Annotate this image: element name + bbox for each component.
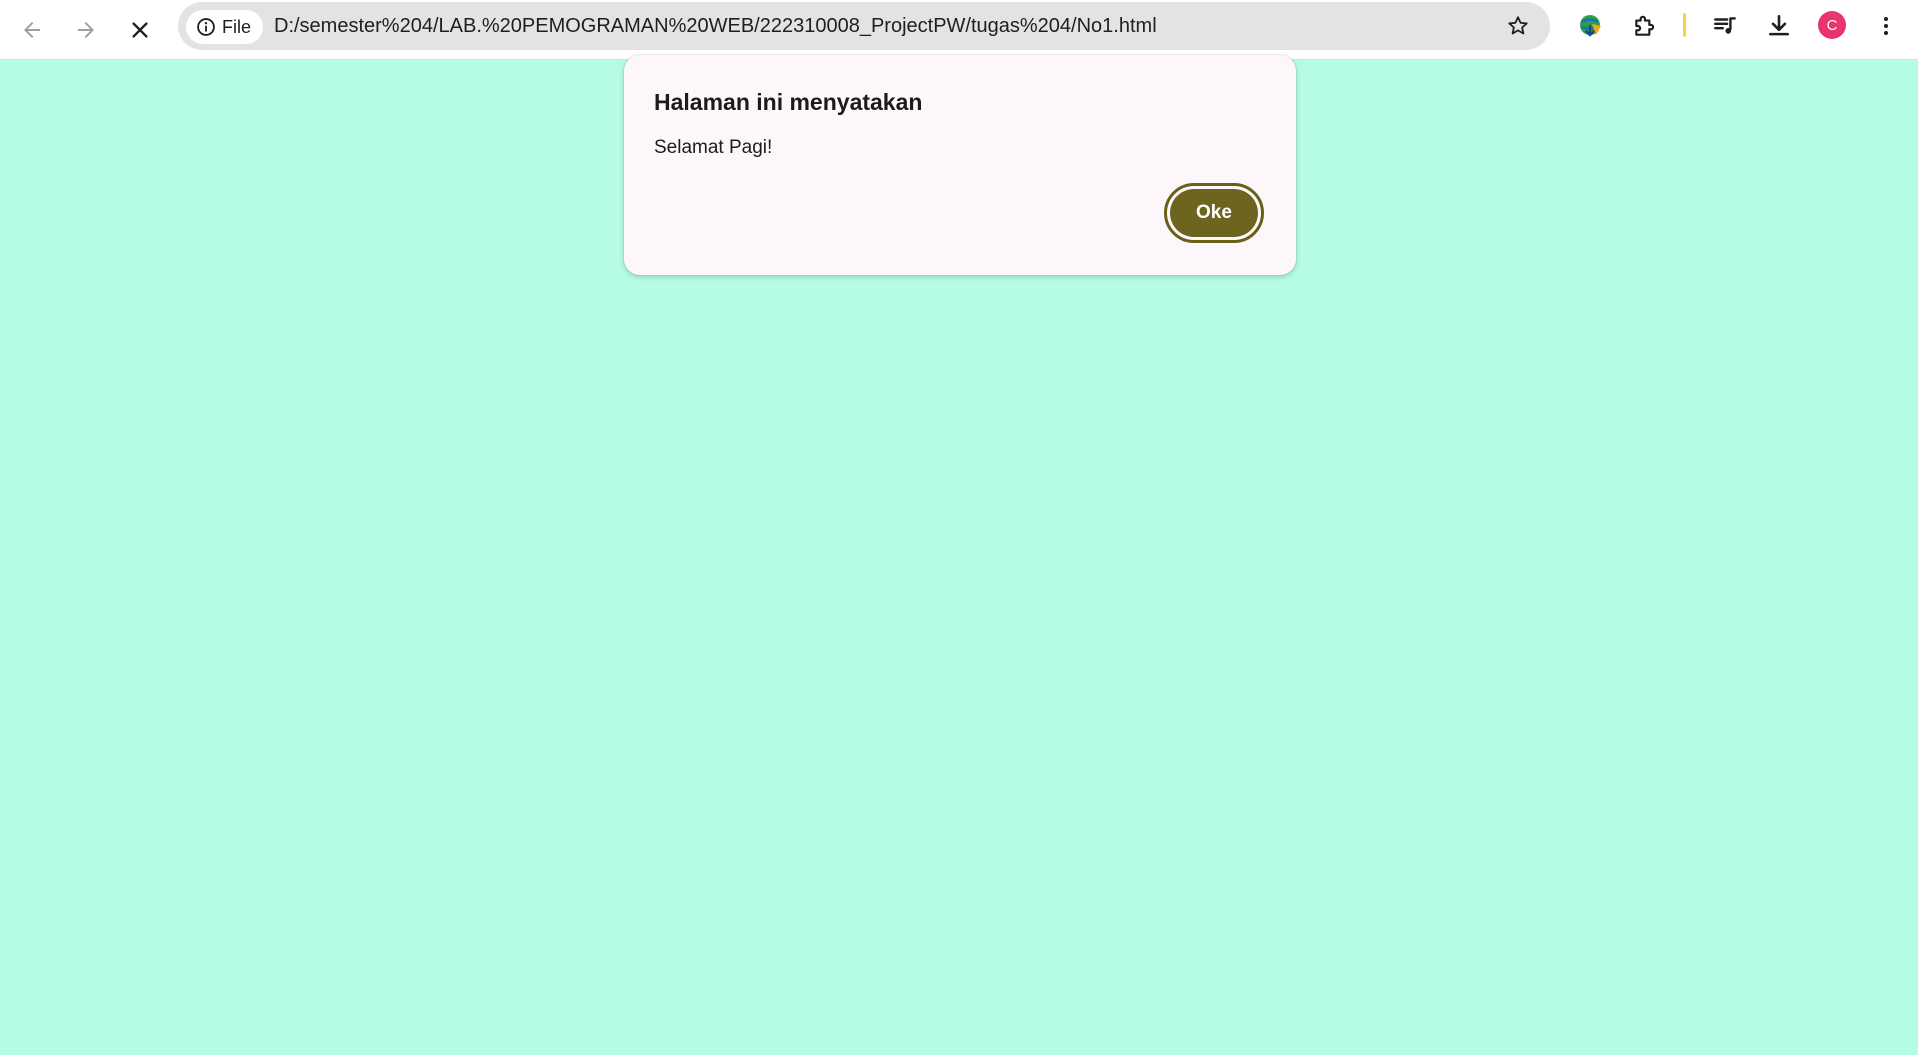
kebab-menu-icon — [1884, 17, 1888, 35]
star-icon[interactable] — [1506, 14, 1530, 38]
stop-loading-button[interactable] — [120, 10, 160, 50]
address-bar[interactable]: File D:/semester%204/LAB.%20PEMOGRAMAN%2… — [178, 2, 1550, 50]
downloads-button[interactable] — [1765, 12, 1793, 40]
info-circle-icon — [197, 18, 215, 36]
download-icon — [1769, 14, 1789, 36]
globe-download-icon — [1580, 15, 1601, 37]
toolbar-separator — [1683, 13, 1686, 37]
ok-button-label: Oke — [1170, 189, 1258, 237]
extensions-button[interactable] — [1631, 12, 1659, 40]
site-info-label: File — [222, 16, 252, 37]
puzzle-icon — [1635, 15, 1655, 36]
media-controls-button[interactable] — [1711, 12, 1739, 40]
forward-button[interactable] — [66, 10, 106, 50]
dialog-title: Halaman ini menyatakan — [654, 89, 923, 115]
back-button[interactable] — [12, 10, 52, 50]
browser-toolbar: File D:/semester%204/LAB.%20PEMOGRAMAN%2… — [0, 0, 1918, 60]
arrow-right-icon — [78, 22, 94, 38]
playlist-music-icon — [1714, 17, 1736, 34]
ok-button[interactable]: Oke — [1164, 183, 1264, 243]
dialog-message: Selamat Pagi! — [654, 137, 773, 158]
url-text[interactable]: D:/semester%204/LAB.%20PEMOGRAMAN%20WEB/… — [274, 2, 1157, 50]
alert-dialog: Halaman ini menyatakan Selamat Pagi! Oke — [624, 55, 1296, 275]
downloader-extension-button[interactable] — [1577, 12, 1605, 40]
browser-menu-button[interactable] — [1872, 12, 1900, 40]
close-icon — [132, 22, 148, 38]
profile-avatar[interactable]: C — [1818, 11, 1846, 39]
site-info-chip[interactable]: File — [186, 10, 264, 44]
arrow-left-icon — [24, 22, 40, 38]
